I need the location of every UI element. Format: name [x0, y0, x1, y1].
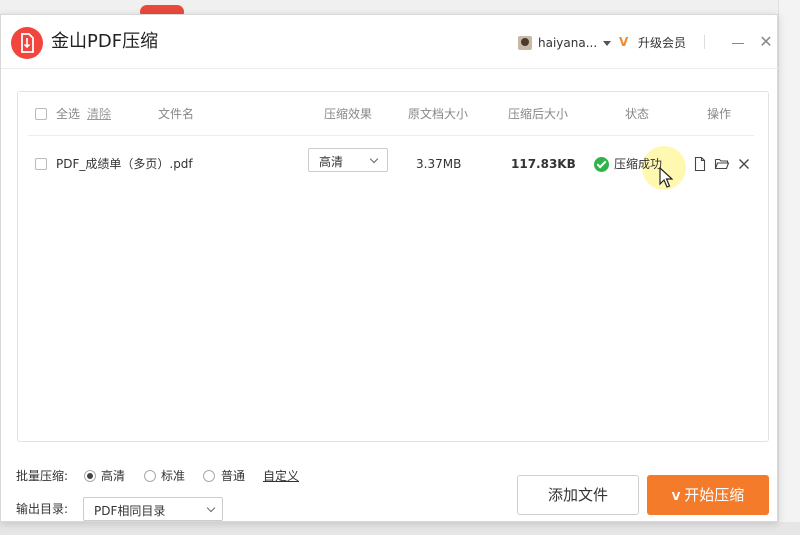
app-title: 金山PDF压缩: [51, 31, 159, 52]
vip-icon: V: [619, 35, 629, 49]
output-dir-select[interactable]: PDF相同目录: [83, 497, 223, 521]
chevron-down-icon: [369, 154, 379, 164]
background-side-strip: [778, 0, 800, 535]
mouse-cursor-icon: [659, 167, 673, 188]
app-logo-icon: [11, 27, 43, 59]
radio-hd-label[interactable]: 高清: [101, 468, 125, 484]
select-all-label[interactable]: 全选: [56, 106, 80, 122]
success-check-icon: [594, 157, 609, 172]
header-original-size: 原文档大小: [408, 107, 469, 121]
upgrade-member-link[interactable]: 升级会员: [638, 34, 686, 52]
add-file-button[interactable]: 添加文件: [517, 475, 639, 515]
username: haiyana...: [538, 36, 598, 50]
background-active-tab: [140, 5, 184, 14]
close-window-button[interactable]: ✕: [758, 34, 774, 50]
chevron-down-icon: [206, 503, 216, 513]
radio-hd[interactable]: [84, 470, 96, 482]
table-header: 全选 清除 文件名 压缩效果 原文档大小 压缩后大小 状态 操作: [18, 92, 768, 135]
batch-compress-label: 批量压缩:: [16, 469, 69, 483]
row-filename: PDF_成绩单（多页）.pdf: [56, 157, 193, 171]
row-checkbox[interactable]: [35, 158, 47, 170]
clear-link[interactable]: 清除: [87, 106, 111, 122]
header-compressed-size: 压缩后大小: [508, 107, 569, 121]
file-table: 全选 清除 文件名 压缩效果 原文档大小 压缩后大小 状态 操作 PDF_成绩单…: [17, 91, 769, 442]
select-all-checkbox[interactable]: [35, 108, 47, 120]
close-icon[interactable]: [736, 156, 752, 172]
background-bottom-strip: [0, 522, 800, 535]
radio-standard-label[interactable]: 标准: [161, 468, 185, 484]
chevron-down-icon: [603, 40, 612, 46]
user-menu[interactable]: haiyana...: [518, 34, 612, 52]
output-dir-label: 输出目录:: [16, 502, 69, 516]
avatar: [518, 36, 532, 50]
vip-icon: V: [671, 490, 681, 503]
start-compress-label: 开始压缩: [684, 486, 745, 504]
row-compressed-size: 117.83KB: [511, 157, 576, 171]
pdf-compress-dialog: 金山PDF压缩 haiyana... V 升级会员 ✕ 全选 清除 文件名 压缩…: [0, 14, 779, 522]
minimize-button[interactable]: [732, 43, 744, 44]
row-original-size: 3.37MB: [416, 157, 462, 171]
header-actions: 操作: [707, 107, 732, 121]
header-status: 状态: [625, 107, 650, 121]
titlebar-divider: [704, 35, 705, 49]
start-compress-button[interactable]: V 开始压缩: [647, 475, 769, 515]
header-effect: 压缩效果: [324, 107, 373, 121]
effect-select-value: 高清: [319, 155, 344, 169]
radio-normal[interactable]: [203, 470, 215, 482]
custom-link[interactable]: 自定义: [263, 468, 299, 484]
background-app-toolbar: [0, 0, 800, 14]
header-filename: 文件名: [158, 107, 195, 121]
output-dir-value: PDF相同目录: [94, 504, 166, 518]
radio-standard[interactable]: [144, 470, 156, 482]
title-bar: 金山PDF压缩 haiyana... V 升级会员 ✕: [1, 15, 779, 69]
folder-open-icon[interactable]: [714, 156, 730, 172]
radio-normal-label[interactable]: 普通: [221, 468, 245, 484]
file-icon[interactable]: [692, 156, 708, 172]
row-status: 压缩成功: [614, 157, 663, 171]
effect-select[interactable]: 高清: [308, 148, 388, 172]
